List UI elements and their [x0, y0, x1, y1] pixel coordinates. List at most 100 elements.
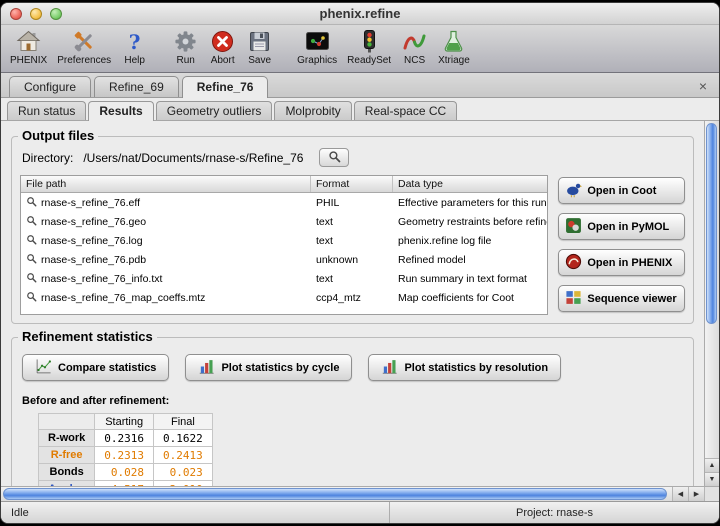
- gear-icon: [172, 28, 199, 55]
- output-files-table: File path Format Data type rnase-s_refin…: [20, 175, 548, 315]
- stat-final-value: 0.1622: [154, 430, 213, 447]
- compare-statistics-button[interactable]: Compare statistics: [22, 354, 169, 381]
- pymol-icon: [565, 217, 582, 237]
- toolbar-button-abort[interactable]: Abort: [204, 27, 241, 67]
- file-row[interactable]: rnase-s_refine_76_info.txt text Run summ…: [21, 269, 547, 288]
- file-name: rnase-s_refine_76.eff: [41, 197, 140, 209]
- graphics-icon: [304, 28, 331, 55]
- file-row[interactable]: rnase-s_refine_76.pdb unknown Refined mo…: [21, 250, 547, 269]
- tab-close-icon[interactable]: ×: [695, 78, 711, 97]
- magnifier-icon: [26, 291, 37, 305]
- minimize-window-button[interactable]: [30, 8, 42, 20]
- toolbar: PHENIX Preferences ? Help Run Abort: [1, 25, 719, 73]
- output-files-section: Output files Directory: /Users/nat/Docum…: [11, 136, 694, 324]
- vertical-scrollbar[interactable]: ▲ ▼: [704, 121, 719, 486]
- file-row[interactable]: rnase-s_refine_76.eff PHIL Effective par…: [21, 193, 547, 212]
- button-label: Open in Coot: [587, 185, 656, 197]
- file-format: ccp4_mtz: [311, 292, 393, 304]
- toolbar-label: Help: [124, 55, 145, 66]
- file-type: Effective parameters for this run: [393, 197, 547, 209]
- stats-buttons-row: Compare statistics Plot statistics by cy…: [22, 354, 683, 381]
- toolbar-button-preferences[interactable]: Preferences: [52, 27, 116, 67]
- stats-corner-cell: [39, 414, 95, 430]
- file-format: text: [311, 273, 393, 285]
- toolbar-label: NCS: [404, 55, 425, 66]
- plot-by-cycle-button[interactable]: Plot statistics by cycle: [185, 354, 352, 381]
- stat-label: R-free: [39, 447, 95, 464]
- toolbar-label: PHENIX: [10, 55, 47, 66]
- toolbar-button-phenix[interactable]: PHENIX: [5, 27, 52, 67]
- main-tab-bar: Configure Refine_69 Refine_76 ×: [1, 73, 719, 98]
- tab-refine-76[interactable]: Refine_76: [182, 76, 269, 98]
- stat-starting-value: 0.028: [95, 464, 154, 481]
- scroll-left-arrow[interactable]: ◀: [672, 487, 688, 501]
- vertical-scrollbar-arrows: ▲ ▼: [705, 458, 719, 486]
- stat-final-value: 0.023: [154, 464, 213, 481]
- project-label: Project: rnase-s: [389, 502, 719, 523]
- results-panel: Output files Directory: /Users/nat/Docum…: [1, 121, 719, 486]
- open-in-phenix-button[interactable]: Open in PHENIX: [558, 249, 685, 276]
- file-type: Map coefficients for Coot: [393, 292, 547, 304]
- tab-run-status[interactable]: Run status: [7, 101, 86, 120]
- file-row[interactable]: rnase-s_refine_76_map_coeffs.mtz ccp4_mt…: [21, 288, 547, 307]
- toolbar-button-graphics[interactable]: Graphics: [292, 27, 342, 67]
- phenix-logo-icon: [565, 253, 582, 273]
- sequence-viewer-button[interactable]: Sequence viewer: [558, 285, 685, 312]
- toolbar-button-readyset[interactable]: ReadySet: [342, 27, 396, 67]
- tools-icon: [71, 28, 98, 55]
- file-row[interactable]: rnase-s_refine_76.log text phenix.refine…: [21, 231, 547, 250]
- bar-chart-icon: [381, 358, 398, 378]
- ncs-icon: [401, 28, 428, 55]
- toolbar-button-xtriage[interactable]: Xtriage: [433, 27, 475, 67]
- home-icon: [15, 28, 42, 55]
- abort-icon: [209, 28, 236, 55]
- magnifier-icon: [328, 150, 341, 166]
- status-text: Idle: [1, 507, 389, 519]
- sequence-icon: [565, 289, 582, 309]
- magnifier-icon: [26, 215, 37, 229]
- column-data-type[interactable]: Data type: [393, 176, 547, 192]
- toolbar-button-run[interactable]: Run: [167, 27, 204, 67]
- horizontal-scrollbar-thumb[interactable]: [3, 488, 667, 500]
- magnifier-icon: [26, 272, 37, 286]
- tab-geometry-outliers[interactable]: Geometry outliers: [156, 101, 273, 120]
- stat-starting-value: 0.2316: [95, 430, 154, 447]
- tab-results[interactable]: Results: [88, 101, 153, 121]
- files-row: File path Format Data type rnase-s_refin…: [20, 175, 685, 315]
- coot-bird-icon: [565, 181, 582, 201]
- browse-directory-button[interactable]: [319, 148, 349, 167]
- toolbar-label: Abort: [211, 55, 235, 66]
- horizontal-scrollbar[interactable]: ◀ ▶: [1, 486, 719, 501]
- section-title: Refinement statistics: [18, 329, 157, 344]
- tab-molprobity[interactable]: Molprobity: [274, 101, 351, 120]
- close-window-button[interactable]: [10, 8, 22, 20]
- scroll-right-arrow[interactable]: ▶: [688, 487, 704, 501]
- tab-real-space-cc[interactable]: Real-space CC: [354, 101, 457, 120]
- open-in-pymol-button[interactable]: Open in PyMOL: [558, 213, 685, 240]
- toolbar-button-ncs[interactable]: NCS: [396, 27, 433, 67]
- scroll-up-arrow[interactable]: ▲: [705, 458, 719, 472]
- table-header[interactable]: File path Format Data type: [21, 176, 547, 193]
- scroll-down-arrow[interactable]: ▼: [705, 472, 719, 486]
- plot-by-resolution-button[interactable]: Plot statistics by resolution: [368, 354, 561, 381]
- tab-configure[interactable]: Configure: [9, 76, 91, 97]
- stat-label: Bonds: [39, 464, 95, 481]
- stat-starting-value: 0.2313: [95, 447, 154, 464]
- toolbar-button-help[interactable]: ? Help: [116, 27, 153, 67]
- zoom-window-button[interactable]: [50, 8, 62, 20]
- column-format[interactable]: Format: [311, 176, 393, 192]
- toolbar-button-save[interactable]: Save: [241, 27, 278, 67]
- toolbar-label: Run: [176, 55, 194, 66]
- file-row[interactable]: rnase-s_refine_76.geo text Geometry rest…: [21, 212, 547, 231]
- file-type: Run summary in text format: [393, 273, 547, 285]
- button-label: Sequence viewer: [587, 293, 676, 305]
- column-file-path[interactable]: File path: [21, 176, 311, 192]
- horizontal-scrollbar-arrows: ◀ ▶: [672, 487, 704, 501]
- vertical-scrollbar-thumb[interactable]: [706, 123, 717, 324]
- open-in-coot-button[interactable]: Open in Coot: [558, 177, 685, 204]
- titlebar[interactable]: phenix.refine: [1, 3, 719, 25]
- directory-path: /Users/nat/Documents/rnase-s/Refine_76: [83, 151, 303, 165]
- tab-refine-69[interactable]: Refine_69: [94, 76, 179, 97]
- scatter-plot-icon: [35, 358, 52, 378]
- file-type: Refined model: [393, 254, 547, 266]
